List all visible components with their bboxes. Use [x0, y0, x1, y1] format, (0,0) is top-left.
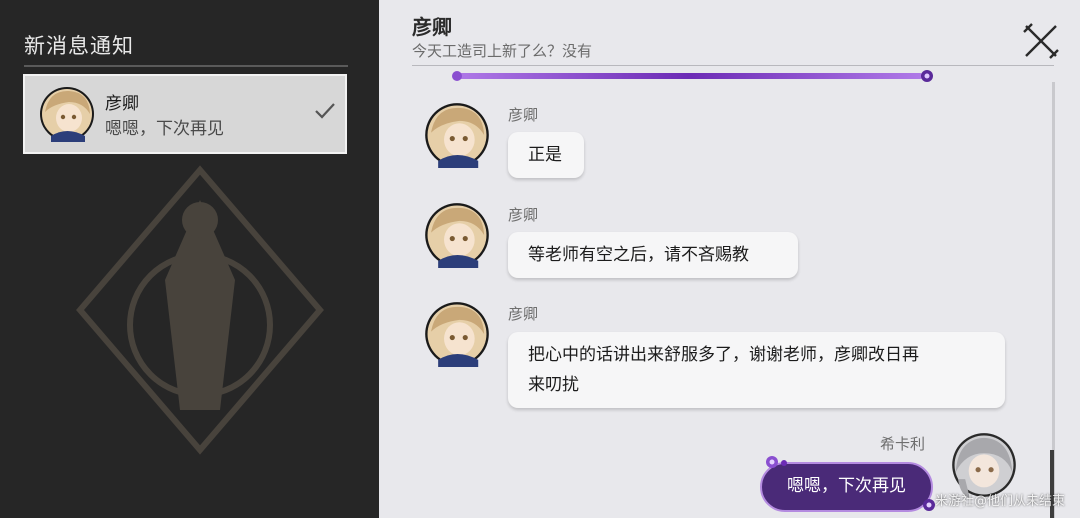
watermark-text: 米游社@他们从未结束 — [935, 494, 1066, 509]
message-line: 来叨扰 — [528, 375, 579, 395]
message-line: 把心中的话讲出来舒服多了，谢谢老师，彦卿改日再 — [528, 345, 919, 365]
chat-subtitle: 今天工造司上新了么？没有 — [412, 42, 593, 60]
yanqing-avatar — [40, 87, 94, 142]
message-sender: 彦卿 — [508, 106, 539, 124]
message-bubble: 等老师有空之后，请不吝赐教 — [508, 232, 798, 278]
message-bubble-self: 嗯嗯，下次再见 — [760, 462, 933, 512]
conversation-name: 彦卿 — [105, 94, 139, 114]
conversation-last-message: 嗯嗯，下次再见 — [105, 119, 224, 139]
header-ornament — [452, 70, 933, 82]
bubble-ornament — [766, 456, 787, 468]
yanqing-avatar — [425, 302, 489, 367]
yanqing-avatar — [425, 103, 489, 168]
chat-title: 彦卿 — [412, 15, 452, 39]
title-divider — [24, 65, 348, 67]
message-sender: 彦卿 — [508, 206, 539, 224]
yanqing-avatar — [425, 203, 489, 268]
message-bubble: 把心中的话讲出来舒服多了，谢谢老师，彦卿改日再 来叨扰 — [508, 332, 1005, 408]
checkmark-icon — [315, 103, 335, 119]
panel-title: 新消息通知 — [24, 34, 134, 58]
message-sender: 希卡利 — [880, 435, 926, 453]
notification-panel: 新消息通知 彦卿 嗯嗯，下次再见 — [0, 0, 379, 518]
message-bubble: 正是 — [508, 132, 584, 178]
message-sender: 彦卿 — [508, 305, 539, 323]
header-divider — [412, 65, 1054, 66]
chat-panel: 彦卿 今天工造司上新了么？没有 彦卿 正是 彦卿 等老师有空之后，请不吝赐教 彦… — [379, 0, 1080, 518]
close-icon[interactable] — [1022, 22, 1060, 60]
faction-emblem-watermark — [76, 165, 324, 455]
hikari-avatar — [952, 433, 1016, 498]
conversation-item-yanqing[interactable]: 彦卿 嗯嗯，下次再见 — [23, 74, 347, 154]
